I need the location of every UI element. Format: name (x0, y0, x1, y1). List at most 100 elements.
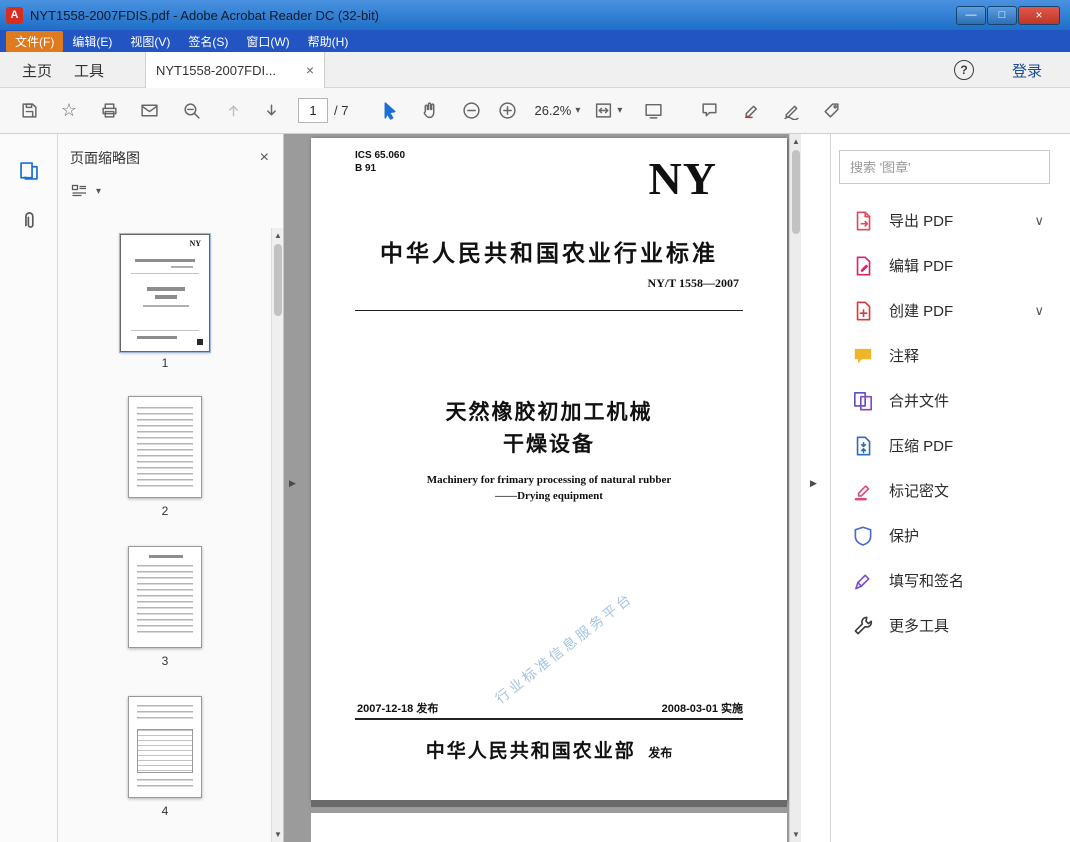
menu-sign[interactable]: 签名(S) (179, 31, 237, 52)
tab-tools[interactable]: 工具 (74, 52, 104, 88)
zoom-out-icon[interactable] (456, 96, 486, 126)
right-panel-edge: ▶ (801, 134, 830, 842)
navigation-icon-strip (0, 134, 58, 842)
select-tool-icon[interactable] (374, 96, 404, 126)
thumbnail-page-2[interactable] (128, 396, 202, 498)
thumbnail-page-4[interactable] (128, 696, 202, 798)
menu-help[interactable]: 帮助(H) (299, 31, 358, 52)
titlebar: A NYT1558-2007FDIS.pdf - Adobe Acrobat R… (0, 0, 1070, 30)
search-zoom-icon[interactable] (176, 96, 206, 126)
tool-export-pdf[interactable]: 导出 PDF ∨ (831, 198, 1070, 243)
comment-tool-icon[interactable] (694, 96, 724, 126)
reading-mode-icon[interactable] (638, 96, 668, 126)
doc-subtitle-en2: ——Drying equipment (495, 490, 603, 502)
tab-document[interactable]: NYT1558-2007FDI... × (145, 52, 325, 88)
tool-redact[interactable]: 标记密文 (831, 468, 1070, 513)
fit-caret-icon: ▾ (617, 105, 623, 116)
chevron-down-icon[interactable]: ∨ (1034, 213, 1044, 229)
next-page-icon[interactable] (256, 96, 286, 126)
maximize-button[interactable]: □ (987, 5, 1017, 25)
acrobat-window: A NYT1558-2007FDIS.pdf - Adobe Acrobat R… (0, 0, 1070, 842)
tool-fill-sign[interactable]: 填写和签名 (831, 558, 1070, 603)
tools-search-input[interactable] (840, 159, 1049, 175)
protect-icon (854, 525, 872, 546)
doc-scrollbar-thumb[interactable] (792, 150, 800, 234)
star-icon[interactable]: ☆ (54, 96, 84, 126)
close-panel-icon[interactable]: × (260, 149, 269, 167)
footer-rule (355, 718, 743, 720)
tool-compress-pdf[interactable]: 压缩 PDF (831, 423, 1070, 468)
tool-edit-pdf[interactable]: 编辑 PDF (831, 243, 1070, 288)
thumbnails-scrollbar[interactable]: ▲ ▼ (271, 228, 283, 842)
redact-icon (854, 484, 870, 500)
sign-tool-icon[interactable] (776, 96, 806, 126)
document-viewport[interactable]: ICS 65.060 B 91 NY 中华人民共和国农业行业标准 NY/T 15… (284, 134, 801, 842)
ics-code: ICS 65.060 (355, 150, 406, 161)
tool-protect[interactable]: 保护 (831, 513, 1070, 558)
close-tab-icon[interactable]: × (306, 62, 314, 78)
toolbar: ☆ / 7 26.2% (0, 88, 1070, 134)
sign-in-button[interactable]: 登录 (1012, 52, 1042, 88)
page-total-label: / 7 (334, 103, 349, 118)
zoom-level-dropdown[interactable]: 26.2% ▾ (534, 96, 580, 126)
print-icon[interactable] (94, 96, 124, 126)
tabbar: 主页 工具 NYT1558-2007FDI... × ? 登录 (0, 52, 1070, 88)
minimize-button[interactable]: — (956, 5, 986, 25)
thumbnail-page-1[interactable]: NY (120, 234, 210, 352)
thumbnail-label-1: 1 (161, 356, 169, 370)
thumbnail-label-3: 3 (161, 654, 169, 668)
tool-comment[interactable]: 注释 (831, 333, 1070, 378)
acrobat-icon: A (6, 6, 23, 24)
previous-page-icon[interactable] (218, 96, 248, 126)
menubar: 文件(F) 编辑(E) 视图(V) 签名(S) 窗口(W) 帮助(H) (0, 30, 1070, 52)
publisher-line: 中华人民共和国农业部 发布 (311, 736, 787, 763)
tool-combine-files[interactable]: 合并文件 (831, 378, 1070, 423)
doc-title-line1: 天然橡胶初加工机械 (445, 401, 653, 424)
document-scrollbar[interactable]: ▲ ▼ (789, 134, 801, 842)
close-button[interactable]: × (1018, 5, 1060, 25)
thumbnails-options-button[interactable]: ▾ (58, 174, 283, 208)
scrollbar-thumb[interactable] (274, 244, 282, 316)
save-icon[interactable] (14, 96, 44, 126)
collapse-right-panel-handle[interactable]: ▶ (810, 478, 817, 489)
publisher-suffix: 发布 (648, 746, 673, 760)
tool-create-pdf[interactable]: 创建 PDF ∨ (831, 288, 1070, 333)
stamp-tool-icon[interactable] (816, 96, 846, 126)
email-icon[interactable] (134, 96, 164, 126)
tab-home[interactable]: 主页 (22, 52, 52, 88)
page-thumbnails-panel-icon[interactable] (18, 160, 40, 187)
ny-logo: NY (648, 153, 717, 204)
create-pdf-icon (856, 300, 871, 321)
compress-pdf-icon (856, 435, 871, 456)
help-icon[interactable]: ? (954, 60, 974, 80)
edit-pdf-icon (856, 255, 871, 276)
thumbnails-panel: 页面缩略图 × ▾ NY 1 2 3 4 ▲ ▼ (58, 134, 284, 842)
menu-window[interactable]: 窗口(W) (237, 31, 298, 52)
thumbnail-page-3[interactable] (128, 546, 202, 648)
menu-file[interactable]: 文件(F) (6, 30, 64, 52)
attachments-icon[interactable] (18, 209, 40, 236)
menu-edit[interactable]: 编辑(E) (63, 31, 121, 52)
scroll-up-icon[interactable]: ▲ (272, 231, 284, 240)
page-number-input[interactable] (298, 98, 328, 123)
thumbnail-label-4: 4 (161, 804, 169, 818)
hand-tool-icon[interactable] (414, 96, 444, 126)
options-caret-icon: ▾ (96, 185, 102, 197)
fit-width-dropdown[interactable]: ▾ (594, 96, 622, 126)
chevron-down-icon[interactable]: ∨ (1034, 303, 1044, 319)
pdf-page-1: ICS 65.060 B 91 NY 中华人民共和国农业行业标准 NY/T 15… (311, 138, 787, 800)
menu-view[interactable]: 视图(V) (121, 31, 179, 52)
scroll-down-icon[interactable]: ▼ (272, 830, 284, 839)
tools-search-box (839, 150, 1050, 184)
more-tools-icon (854, 616, 873, 634)
doc-scroll-down-icon[interactable]: ▼ (790, 830, 801, 839)
tab-document-label: NYT1558-2007FDI... (156, 62, 276, 78)
zoom-in-icon[interactable] (492, 96, 522, 126)
highlight-tool-icon[interactable] (736, 96, 766, 126)
tools-list: 导出 PDF ∨ 编辑 PDF 创建 PDF ∨ 注释 合并文件 压缩 PDF … (831, 198, 1070, 648)
main-area: 页面缩略图 × ▾ NY 1 2 3 4 ▲ ▼ ICS 65.060 B 91… (0, 134, 1070, 842)
doc-scroll-up-icon[interactable]: ▲ (790, 137, 801, 146)
collapse-left-panel-handle[interactable]: ▶ (289, 478, 296, 489)
pdf-page-2-edge (311, 813, 787, 842)
tool-more-tools[interactable]: 更多工具 (831, 603, 1070, 648)
